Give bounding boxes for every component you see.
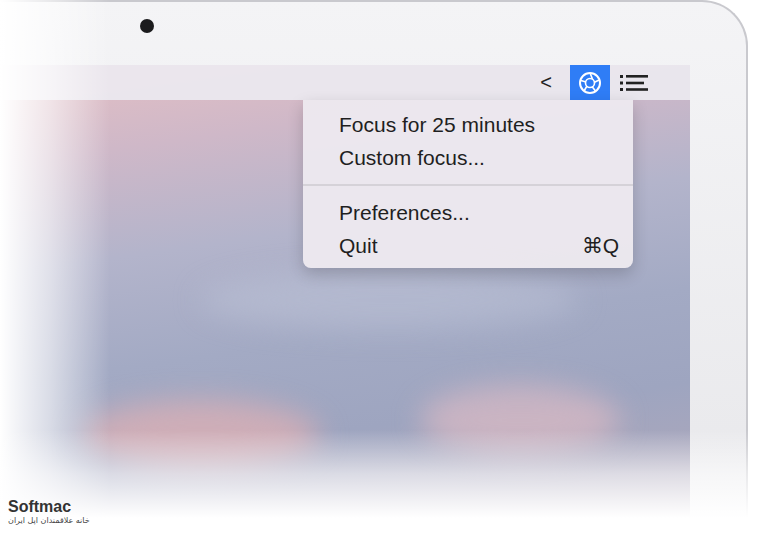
menu-item[interactable]: Preferences... <box>303 196 633 229</box>
bezel <box>0 2 690 65</box>
menu-item[interactable]: Quit ⌘Q <box>303 229 633 262</box>
aperture-icon <box>578 71 602 95</box>
menu-separator <box>303 184 633 186</box>
menu-bar: < <box>0 65 690 100</box>
screen: < Focus for 25 minutes Custom focus... P… <box>0 65 690 520</box>
laptop-frame: < Focus for 25 minutes Custom focus... P… <box>0 0 748 520</box>
menu-bar-chevron[interactable]: < <box>526 65 566 100</box>
shortcut: ⌘Q <box>582 234 619 258</box>
watermark-logo: Softmac خانه علاقمندان اپل ایران <box>8 498 90 526</box>
dropdown-menu: Focus for 25 minutes Custom focus... Pre… <box>303 100 633 268</box>
promo-image: < Focus for 25 minutes Custom focus... P… <box>0 0 774 540</box>
camera-icon <box>140 19 154 33</box>
list-icon <box>619 73 649 93</box>
menu-item[interactable]: Focus for 25 minutes <box>303 108 633 141</box>
notification-center[interactable] <box>614 65 654 100</box>
focus-menu-extra[interactable] <box>570 65 610 100</box>
menu-item[interactable]: Custom focus... <box>303 141 633 174</box>
